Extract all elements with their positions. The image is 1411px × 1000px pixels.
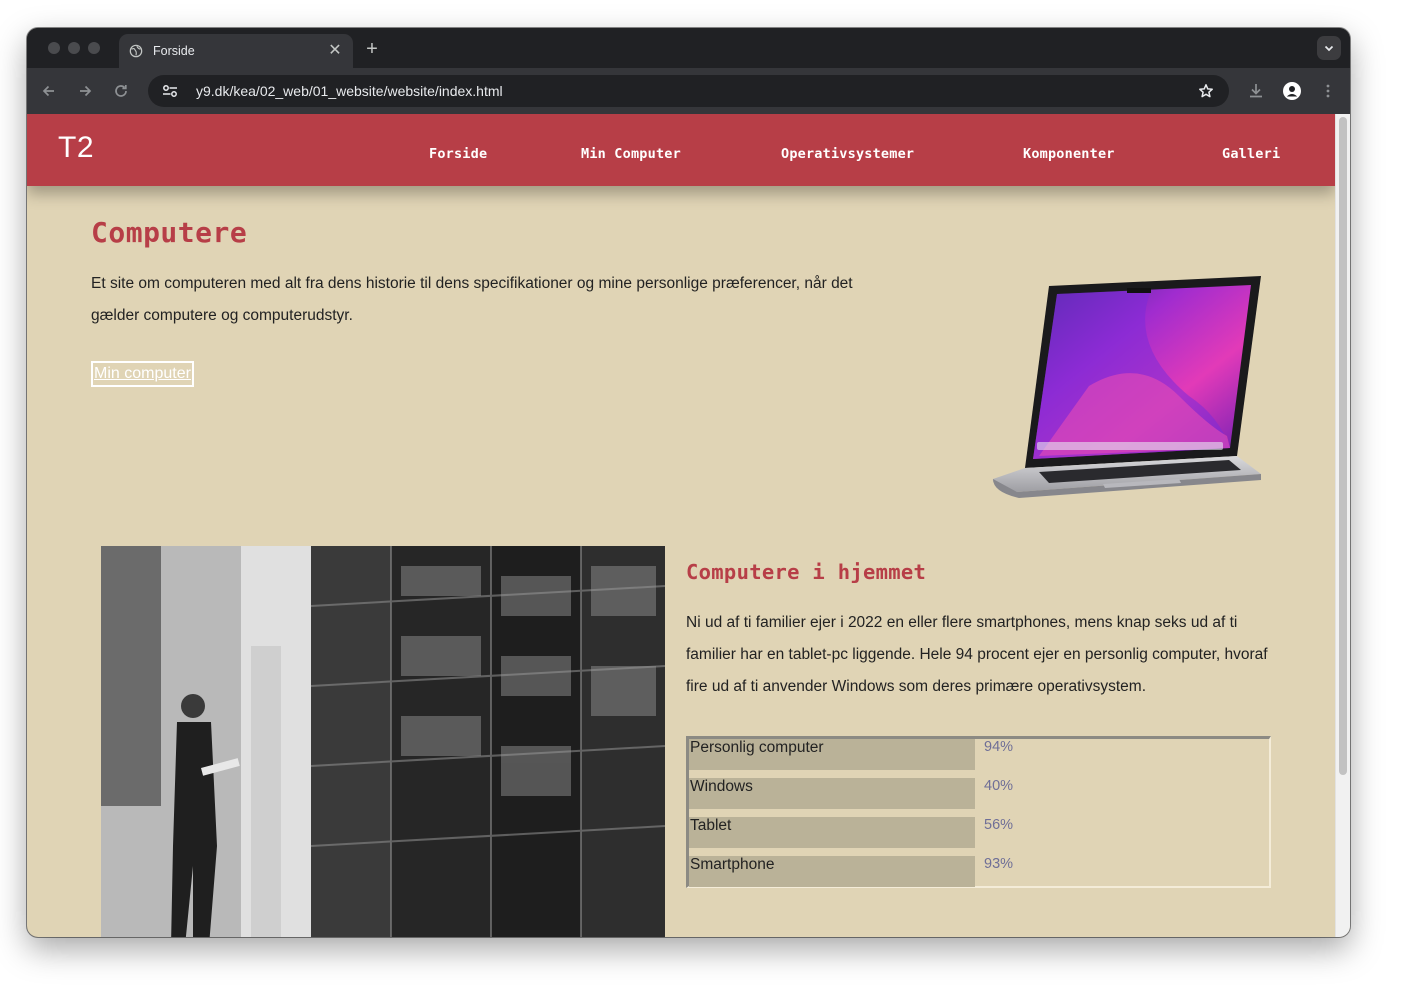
arrow-left-icon xyxy=(42,85,54,97)
close-tab-icon[interactable]: ✕ xyxy=(327,43,343,59)
nav-forside[interactable]: Forside xyxy=(429,146,487,162)
stat-row-smartphone: Smartphone 93% xyxy=(689,856,1269,888)
browser-menu-button[interactable] xyxy=(1317,80,1339,102)
stats-table: Personlig computer 94% Windows 40% Table… xyxy=(686,736,1271,888)
stat-label: Windows xyxy=(690,778,753,795)
stat-row-personlig-computer: Personlig computer 94% xyxy=(689,739,1269,771)
downloads-button[interactable] xyxy=(1245,80,1267,102)
page-title: Computere xyxy=(91,216,248,249)
stat-label: Personlig computer xyxy=(690,739,824,756)
zoom-window-button[interactable] xyxy=(88,42,100,54)
reload-icon xyxy=(115,85,127,97)
new-tab-icon[interactable]: + xyxy=(362,38,382,61)
intro-text: Et site om computeren med alt fra dens h… xyxy=(91,275,853,324)
toolbar: y9.dk/kea/02_web/01_website/website/inde… xyxy=(27,68,1350,114)
stat-row-windows: Windows 40% xyxy=(689,778,1269,810)
section-text: Ni ud af ti familier ejer i 2022 en elle… xyxy=(686,614,1268,695)
tab-search-button[interactable] xyxy=(1317,36,1341,60)
close-window-button[interactable] xyxy=(48,42,60,54)
globe-icon xyxy=(129,44,143,58)
avatar-icon xyxy=(1283,82,1301,100)
forward-button[interactable] xyxy=(74,80,96,102)
chevron-down-icon xyxy=(1324,45,1334,52)
url-text: y9.dk/kea/02_web/01_website/website/inde… xyxy=(196,83,503,99)
reload-button[interactable] xyxy=(110,80,132,102)
back-button[interactable] xyxy=(38,80,60,102)
minimize-window-button[interactable] xyxy=(68,42,80,54)
scrollbar-thumb[interactable] xyxy=(1339,117,1347,775)
tab-forside[interactable]: Forside ✕ xyxy=(119,34,353,68)
stat-label: Smartphone xyxy=(690,856,775,873)
site-header: T2 Forside Min Computer Operativsystemer… xyxy=(27,114,1335,186)
stat-value: 94% xyxy=(984,739,1014,755)
nav-galleri[interactable]: Galleri xyxy=(1222,146,1280,162)
nav-operativsystemer[interactable]: Operativsystemer xyxy=(781,146,914,162)
tab-strip: Forside ✕ + xyxy=(27,28,1350,68)
stat-value: 93% xyxy=(984,856,1014,872)
browser-window: Forside ✕ + y9.dk/kea/02_web/01_website/… xyxy=(27,28,1350,937)
download-icon xyxy=(1250,84,1262,98)
nav-komponenter[interactable]: Komponenter xyxy=(1023,146,1115,162)
stat-row-tablet: Tablet 56% xyxy=(689,817,1269,849)
historic-computer-photo xyxy=(101,546,665,937)
page-viewport: T2 Forside Min Computer Operativsystemer… xyxy=(27,114,1350,937)
profile-button[interactable] xyxy=(1281,80,1303,102)
laptop-image xyxy=(992,276,1261,498)
bookmark-star-icon[interactable] xyxy=(1191,81,1221,101)
address-bar[interactable]: y9.dk/kea/02_web/01_website/website/inde… xyxy=(148,75,1229,107)
arrow-right-icon xyxy=(80,85,92,97)
kebab-menu-icon xyxy=(1326,84,1330,98)
tab-title: Forside xyxy=(153,44,195,58)
min-computer-button[interactable]: Min computer xyxy=(91,361,194,387)
section-title: Computere i hjemmet xyxy=(686,560,927,584)
stat-label-cell xyxy=(689,817,975,848)
site-logo[interactable]: T2 xyxy=(58,131,94,165)
site-settings-icon[interactable] xyxy=(160,81,180,101)
stat-label: Tablet xyxy=(690,817,732,834)
stat-value: 56% xyxy=(984,817,1014,833)
page-scrollbar[interactable] xyxy=(1335,114,1350,937)
stat-value: 40% xyxy=(984,778,1014,794)
nav-min-computer[interactable]: Min Computer xyxy=(581,146,681,162)
